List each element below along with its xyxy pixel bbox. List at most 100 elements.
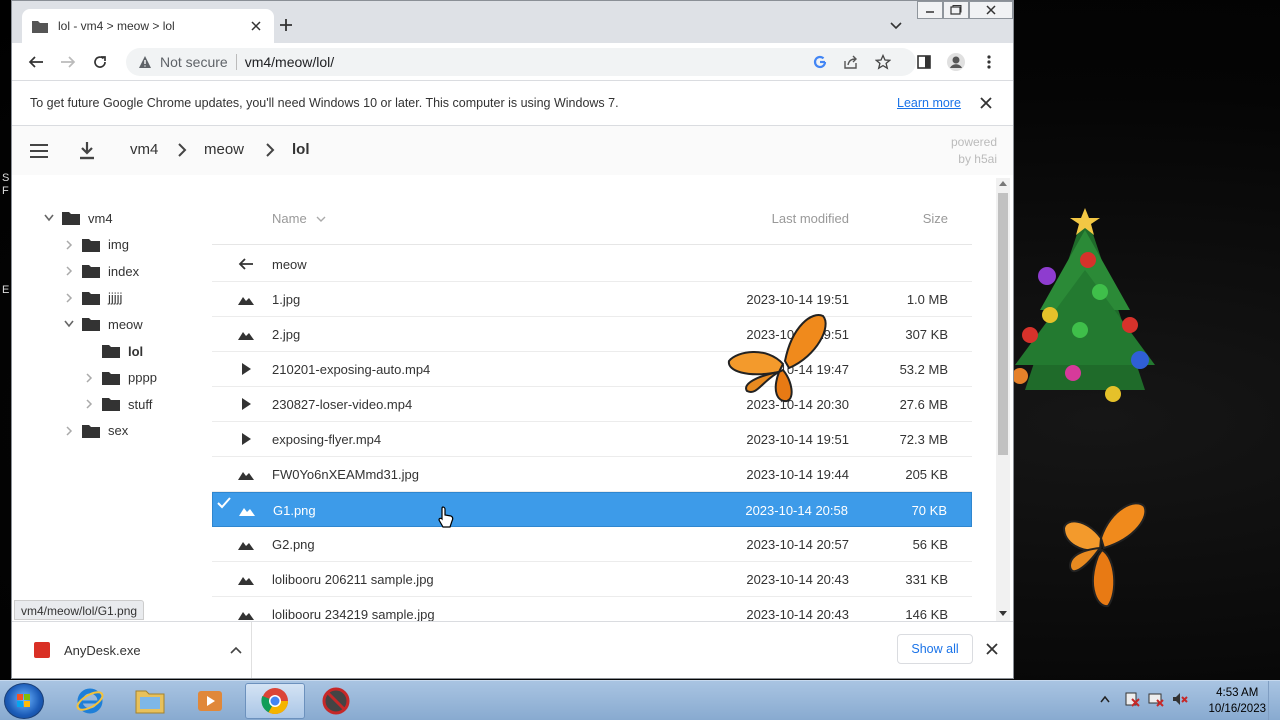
parent-folder-label: meow	[272, 257, 307, 272]
start-button[interactable]	[4, 683, 44, 719]
chevron-up-icon[interactable]	[229, 645, 243, 655]
tree-caret-empty	[82, 344, 96, 358]
file-size: 331 KB	[905, 572, 948, 587]
tree-item-meow[interactable]: meow	[62, 313, 143, 335]
show-all-button[interactable]: Show all	[897, 634, 973, 664]
taskbar-chrome[interactable]	[245, 683, 305, 719]
tree-item-index[interactable]: index	[62, 260, 139, 282]
tree-item-sex[interactable]: sex	[62, 420, 128, 442]
file-row[interactable]: G1.png 2023-10-14 20:58 70 KB	[212, 492, 972, 527]
page-content: vm4 meow lol powered by h5ai vm4 img index…	[12, 126, 1013, 621]
tree-item-pppp[interactable]: pppp	[82, 367, 157, 389]
download-item[interactable]: AnyDesk.exe	[12, 622, 252, 678]
address-bar[interactable]: Not secure vm4/meow/lol/	[126, 48, 916, 76]
volume-muted-icon[interactable]	[1172, 691, 1188, 707]
minimize-button[interactable]	[917, 1, 943, 19]
header-name[interactable]: Name	[272, 211, 326, 226]
tree-item-label: sex	[108, 423, 129, 439]
chevron-right-icon[interactable]	[62, 238, 76, 252]
bookmark-star-icon[interactable]	[874, 53, 892, 71]
file-name: lolibooru 234219 sample.jpg	[272, 607, 435, 621]
tree-item-lol[interactable]: lol	[82, 340, 143, 362]
browser-toolbar: Not secure vm4/meow/lol/	[12, 43, 1013, 80]
butterfly-decoration	[727, 314, 827, 403]
image-icon	[238, 332, 254, 340]
taskbar-app-blocked[interactable]	[308, 683, 364, 719]
chevron-right-icon[interactable]	[62, 424, 76, 438]
scroll-down-icon[interactable]	[999, 611, 1007, 617]
page-scrollbar[interactable]	[996, 178, 1010, 621]
parent-folder-row[interactable]: meow	[212, 247, 972, 282]
taskbar-internet-explorer[interactable]	[62, 683, 118, 719]
file-row[interactable]: 230827-loser-video.mp4 2023-10-14 20:30 27…	[212, 387, 972, 422]
video-icon	[242, 363, 251, 375]
taskbar-file-explorer[interactable]	[122, 683, 178, 719]
chevron-right-icon[interactable]	[62, 264, 76, 278]
image-icon	[238, 297, 254, 305]
chevron-right-icon[interactable]	[82, 371, 96, 385]
side-panel-button[interactable]	[913, 51, 935, 73]
taskbar-media-player[interactable]	[182, 683, 238, 719]
tree-item-label: meow	[108, 316, 143, 332]
learn-more-link[interactable]: Learn more	[897, 96, 961, 110]
download-icon[interactable]	[76, 140, 98, 162]
chevron-down-icon[interactable]	[62, 317, 76, 331]
file-list: Name Last modified Size meow 1.jpg 2023-1…	[212, 175, 997, 621]
tree-item-jjjjj[interactable]: jjjjj	[62, 287, 122, 309]
chevron-right-icon[interactable]	[82, 397, 96, 411]
reload-button[interactable]	[89, 51, 111, 73]
header-last-modified[interactable]: Last modified	[772, 211, 849, 226]
file-row[interactable]: lolibooru 206211 sample.jpg 2023-10-14 20…	[212, 562, 972, 597]
tree-item-img[interactable]: img	[62, 234, 129, 256]
file-row[interactable]: 1.jpg 2023-10-14 19:51 1.0 MB	[212, 282, 972, 317]
profile-button[interactable]	[945, 51, 967, 73]
file-modified: 2023-10-14 20:58	[745, 503, 848, 518]
desktop-icon-label-fragment: SF	[2, 172, 10, 197]
file-size: 146 KB	[905, 607, 948, 621]
network-icon[interactable]	[1148, 691, 1164, 707]
file-modified: 2023-10-14 19:51	[746, 292, 849, 307]
header-size[interactable]: Size	[923, 211, 948, 226]
tree-item-label: pppp	[128, 370, 157, 386]
chrome-icon	[261, 688, 289, 715]
breadcrumb-vm4[interactable]: vm4	[130, 141, 158, 158]
file-row[interactable]: 210201-exposing-auto.mp4 2023-10-14 19:47…	[212, 352, 972, 387]
close-window-button[interactable]	[969, 1, 1013, 19]
file-row[interactable]: FW0Yo6nXEAMmd31.jpg 2023-10-14 19:44 205 K…	[212, 457, 972, 492]
file-row[interactable]: lolibooru 234219 sample.jpg 2023-10-14 20…	[212, 597, 972, 621]
scrollbar-thumb[interactable]	[998, 193, 1008, 455]
tree-item-vm4[interactable]: vm4	[42, 207, 113, 229]
forward-button[interactable]	[57, 51, 79, 73]
new-tab-button[interactable]	[276, 15, 296, 35]
breadcrumb-meow[interactable]: meow	[204, 141, 244, 158]
taskbar-clock[interactable]: 4:53 AM 10/16/2023	[1208, 685, 1266, 717]
show-desktop-button[interactable]	[1268, 681, 1280, 720]
close-download-shelf-icon[interactable]	[984, 641, 1000, 657]
file-row[interactable]: exposing-flyer.mp4 2023-10-14 19:51 72.3 M…	[212, 422, 972, 457]
tree-item-label: img	[108, 237, 129, 253]
tray-expand-icon[interactable]	[1100, 695, 1110, 703]
url-text: vm4/meow/lol/	[244, 54, 335, 70]
tree-item-stuff[interactable]: stuff	[82, 393, 152, 415]
browser-tab[interactable]: lol - vm4 > meow > lol	[22, 9, 274, 43]
file-size: 70 KB	[911, 503, 947, 518]
chevron-down-icon[interactable]	[42, 211, 56, 225]
close-infobar-icon[interactable]	[978, 95, 994, 111]
restore-button[interactable]	[943, 1, 969, 19]
back-button[interactable]	[25, 51, 47, 73]
file-row[interactable]: 2.jpg 2023-10-14 19:51 307 KB	[212, 317, 972, 352]
action-center-icon[interactable]	[1124, 691, 1140, 707]
close-tab-icon[interactable]	[248, 18, 264, 34]
chrome-menu-button[interactable]	[978, 51, 1000, 73]
file-row[interactable]: G2.png 2023-10-14 20:57 56 KB	[212, 527, 972, 562]
scroll-up-icon[interactable]	[999, 180, 1007, 186]
share-icon[interactable]	[842, 53, 860, 71]
sidebar-toggle-icon[interactable]	[28, 140, 50, 162]
infobar-message: To get future Google Chrome updates, you…	[30, 96, 619, 110]
powered-by-h5ai[interactable]: powered by h5ai	[951, 134, 997, 168]
google-lens-icon[interactable]	[811, 53, 829, 71]
breadcrumb-lol[interactable]: lol	[292, 141, 310, 158]
file-modified: 2023-10-14 20:43	[746, 607, 849, 621]
chevron-right-icon[interactable]	[62, 291, 76, 305]
tab-search-chevron-icon[interactable]	[888, 17, 904, 33]
